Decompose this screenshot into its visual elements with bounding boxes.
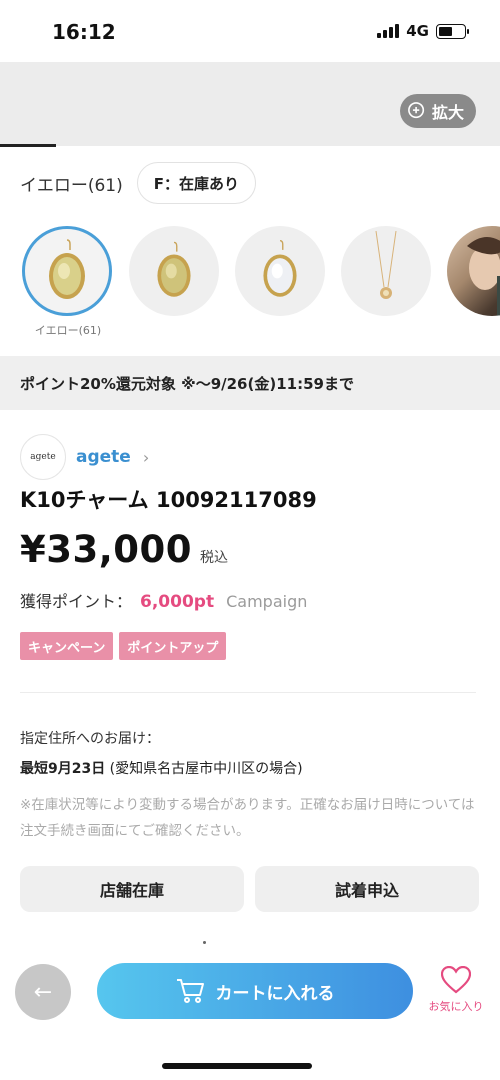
cart-icon <box>176 979 204 1003</box>
status-indicators: 4G <box>377 22 469 40</box>
brand-name: agete <box>76 447 131 467</box>
points-value: 6,000pt <box>140 592 215 612</box>
zoom-button[interactable]: 拡大 <box>399 94 476 128</box>
back-button[interactable]: ← <box>15 964 71 1020</box>
home-indicator <box>162 1063 312 1069</box>
price: ¥33,000 <box>20 528 193 571</box>
add-to-cart-button[interactable]: カートに入れる <box>97 963 413 1019</box>
heart-icon <box>441 966 471 994</box>
stock-filter-chip[interactable]: F：在庫あり <box>136 162 256 204</box>
brand-logo: agete <box>20 434 66 480</box>
points-label: 獲得ポイント： <box>20 592 133 611</box>
necklace-icon <box>375 231 397 299</box>
thumbnail-clear[interactable] <box>235 226 325 316</box>
yellow-stone-pendant-icon <box>49 239 85 299</box>
product-title: K10チャーム 10092117089 <box>20 488 317 512</box>
store-stock-button[interactable]: 店舗在庫 <box>20 866 244 912</box>
promo-banner: ポイント20%還元対象 ※～9/26(金)11:59まで <box>0 356 500 410</box>
variant-thumbnails: イエロー(61) <box>22 226 500 336</box>
battery-icon <box>436 23 469 39</box>
image-page-indicator <box>0 144 56 147</box>
network-label: 4G <box>406 22 429 40</box>
model-photo-icon <box>467 237 500 316</box>
selected-color-label: イエロー(61) <box>20 175 123 196</box>
favorite-button[interactable]: お気に入り <box>422 966 490 1014</box>
signal-icon <box>377 24 400 38</box>
status-bar: 16:12 4G <box>0 0 500 62</box>
price-row: ¥33,000 税込 <box>20 528 228 571</box>
delivery-date-earliest: 最短9月23日 <box>20 761 106 777</box>
variant-row: イエロー(61) F：在庫あり <box>20 162 256 204</box>
delivery-label: 指定住所へのお届け： <box>20 731 160 747</box>
divider <box>20 692 476 693</box>
thumbnail-model-photo[interactable] <box>447 226 500 316</box>
cart-label: カートに入れる <box>215 983 335 1004</box>
favorite-label: お気に入り <box>428 1000 484 1013</box>
status-time: 16:12 <box>52 20 116 44</box>
tag-campaign: キャンペーン <box>20 632 114 660</box>
delivery-date-location: (愛知県名古屋市中川区の場合) <box>105 761 303 777</box>
thumbnail-necklace[interactable] <box>341 226 431 316</box>
thumbnail-yellow-2[interactable] <box>129 226 219 316</box>
arrow-left-icon: ← <box>33 979 53 1005</box>
yellow-stone-pendant-icon <box>157 241 191 297</box>
thumbnail-yellow[interactable] <box>22 226 112 316</box>
try-on-button[interactable]: 試着申込 <box>255 866 479 912</box>
chevron-right-icon: › <box>142 447 150 467</box>
tags: キャンペーン ポイントアップ <box>20 632 227 660</box>
points-row: 獲得ポイント： 6,000pt Campaign <box>20 588 307 612</box>
clear-stone-pendant-icon <box>263 239 297 297</box>
tax-label: 税込 <box>200 550 229 566</box>
zoom-label: 拡大 <box>431 103 464 122</box>
brand-link[interactable]: agete agete › <box>20 434 149 480</box>
tag-point-up: ポイントアップ <box>119 632 227 660</box>
delivery-date: 最短9月23日 (愛知県名古屋市中川区の場合) <box>20 758 303 778</box>
scroll-dot <box>203 941 206 944</box>
campaign-label: Campaign <box>226 592 308 611</box>
zoom-in-icon <box>408 102 425 119</box>
thumbnail-caption: イエロー(61) <box>34 324 102 336</box>
delivery-note: ※在庫状況等により変動する場合があります。正確なお届け日時については注文手続き画… <box>20 797 475 839</box>
